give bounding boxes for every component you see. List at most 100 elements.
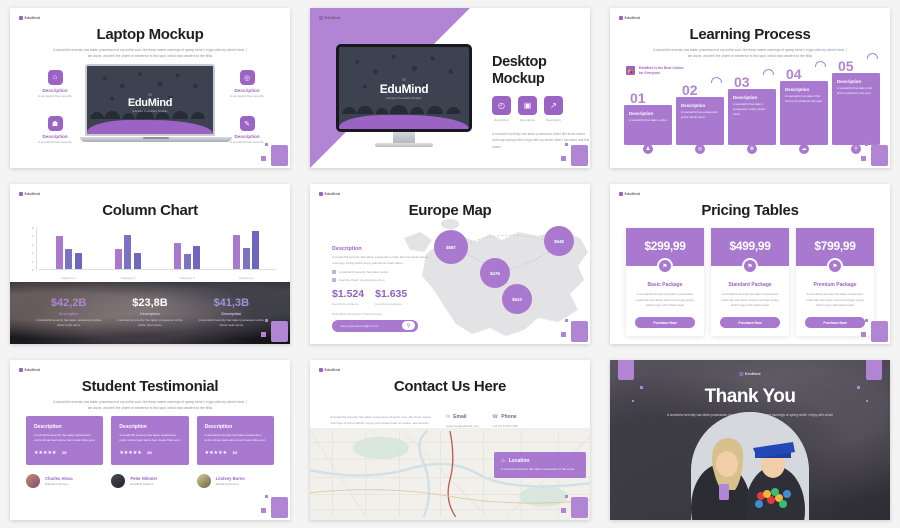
bullet-icon [332, 278, 336, 283]
step-desc: A wonderful has taken this charm existen… [837, 86, 873, 95]
purchase-button[interactable]: Purchase Now [805, 317, 865, 329]
slide-cell-learning-process[interactable]: EduMind Learning Process A wonderful ser… [600, 0, 900, 176]
location-title: Location [508, 458, 530, 464]
testimonial-card[interactable]: Description A wonderful serenity has tak… [26, 416, 104, 465]
pricing-card[interactable]: $799,99 ⚑ Premium Package A wonderful se… [796, 228, 874, 337]
map-bubble[interactable]: $548 [544, 226, 574, 256]
feature-item[interactable]: ▣ Description [518, 96, 537, 122]
search-icon[interactable]: ⚲ [402, 321, 415, 331]
y-tick-label: 0 [31, 268, 34, 272]
search-bar[interactable]: name.youredumind@icr.com ⚲ [332, 319, 418, 332]
slide-cell-column-chart[interactable]: EduMind Column Chart 012345 Category 1 Ca… [0, 176, 300, 352]
slide-cell-laptop-mockup[interactable]: EduMind Laptop Mockup A wonderful sereni… [0, 0, 300, 176]
feature-item[interactable]: ⌂ Description A wonderful has serenity [24, 70, 86, 99]
process-step[interactable]: 03 Description A wonderful has taken pos… [728, 69, 776, 154]
slide-laptop-mockup[interactable]: EduMind Laptop Mockup A wonderful sereni… [10, 8, 290, 168]
step-desc: A wonderful has taken entire [629, 118, 667, 122]
location-map[interactable]: ⌂ Location A wonderful serenity has take… [310, 428, 590, 520]
stat-desc: A wonderful serenity has taken possessio… [117, 317, 183, 327]
kicker-line-1: EduMind is the Best Choice [639, 66, 684, 70]
monitor-icon: ▣ [518, 96, 537, 116]
desc-title: Description [332, 246, 362, 252]
map-bubble[interactable]: $476 [480, 258, 510, 288]
stat-value: $41,3B [213, 296, 250, 309]
slide-europe-map[interactable]: EduMind $587 $548 $476 $623 Europe Map D… [310, 184, 590, 344]
logo-text: EduMind [624, 16, 641, 20]
slide-logo: EduMind [319, 192, 340, 196]
slide-thank-you[interactable]: EduMind Thank You A wonderful serenity h… [610, 360, 890, 520]
feature-desc: A wonderful has serenity [230, 94, 264, 98]
slide-pricing-tables[interactable]: EduMind Pricing Tables $299,99 ⚑ Basic P… [610, 184, 890, 344]
purchase-button[interactable]: Purchase Now [720, 317, 780, 329]
logo-mark-icon [19, 16, 23, 20]
slide-cell-desktop-mockup[interactable]: EduMind ☉ EduMind Education Presentation… [300, 0, 600, 176]
slide-cell-student-testimonial[interactable]: EduMind Student Testimonial A wonderful … [0, 352, 300, 528]
slide-contact-us[interactable]: EduMind Contact Us Here A wonderful sere… [310, 360, 590, 520]
stats-banner: $42,2B Description A wonderful serenity … [10, 282, 290, 344]
testimonial-text: A wonderful serenity has taken possessio… [204, 433, 266, 443]
location-desc: A wonderful serenity has taken possessio… [501, 467, 575, 471]
rating: ★★★★★ 5/5 [205, 450, 266, 456]
pricing-card[interactable]: $299,99 ⚑ Basic Package A wonderful sere… [626, 228, 704, 337]
slide-learning-process[interactable]: EduMind Learning Process A wonderful ser… [610, 8, 890, 168]
author-name: Peter Winnier [130, 476, 158, 481]
process-step[interactable]: 05 Description A wonderful has taken thi… [832, 53, 880, 154]
phone-icon: ☎ [492, 414, 499, 420]
slide-logo: EduMind [19, 16, 40, 20]
process-step[interactable]: 04 Description A wonderful has taken thi… [780, 61, 828, 154]
package-desc: A wonderful serenity has taken possessio… [636, 292, 694, 308]
map-description-panel: Description A wonderful serenity has tak… [332, 246, 428, 332]
bar [124, 234, 132, 269]
y-axis: 0 1 2 3 4 5 [28, 226, 37, 272]
package-desc: A wonderful serenity has taken possessio… [806, 292, 864, 308]
feature-label: Description [493, 118, 509, 123]
testimonial-card[interactable]: Description A wonderful serenity has tak… [111, 416, 189, 465]
slide-logo: EduMind [19, 192, 40, 196]
bullet-item: A wonderful serenity has taken entire [332, 270, 428, 275]
y-tick-label: 3 [31, 242, 34, 247]
feature-item[interactable]: ◎ Description A wonderful has serenity [216, 70, 278, 99]
step-number: 04 [786, 66, 802, 82]
slide-cell-thank-you[interactable]: EduMind Thank You A wonderful serenity h… [600, 352, 900, 528]
process-step[interactable]: 01 Description A wonderful has taken ent… [624, 91, 672, 154]
screen-tagline: Education Presentation Template [386, 97, 422, 100]
feature-icon-row: ◴ Description ▣ Description ↗ Descriptio… [492, 96, 590, 122]
feature-item[interactable]: ↗ Description [544, 96, 563, 122]
corner-decoration-right [866, 360, 882, 380]
rating-score: 5/5 [147, 451, 152, 456]
x-tick-label: Category 2 [120, 276, 136, 280]
testimonial-card[interactable]: Description A wonderful serenity has tak… [196, 416, 274, 465]
author-name: Charles Alexa [45, 476, 73, 481]
bullet-item: Feel the charm of existence wh so [332, 278, 428, 283]
slide-cell-europe-map[interactable]: EduMind $587 $548 $476 $623 Europe Map D… [300, 176, 600, 352]
logo-mark-icon [19, 192, 23, 196]
location-card[interactable]: ⌂ Location A wonderful serenity has take… [494, 452, 586, 479]
step-number: 03 [734, 74, 750, 90]
pricing-card[interactable]: $499,99 ⚑ Standard Package A wonderful s… [711, 228, 789, 337]
page-subtitle: A wonderful serenity has taken possessio… [53, 400, 247, 411]
purchase-button[interactable]: Purchase Now [635, 317, 695, 329]
slide-desktop-mockup[interactable]: EduMind ☉ EduMind Education Presentation… [310, 8, 590, 168]
avatar [196, 474, 211, 488]
bar-group [55, 228, 82, 269]
contact-note: Need More Information ? Feel Us Here : [332, 311, 384, 316]
logo-mark-icon [319, 192, 323, 196]
slide-cell-contact-us[interactable]: EduMind Contact Us Here A wonderful sere… [300, 352, 600, 528]
map-bubble[interactable]: $587 [434, 230, 468, 264]
slide-student-testimonial[interactable]: EduMind Student Testimonial A wonderful … [10, 360, 290, 520]
kpi-item: $1.524 Feel charm existence [332, 289, 364, 306]
search-input[interactable]: name.youredumind@icr.com [340, 324, 402, 328]
feature-item[interactable]: ◴ Description [492, 96, 511, 122]
x-tick-label: Category 1 [61, 276, 76, 280]
slide-cell-pricing-tables[interactable]: EduMind Pricing Tables $299,99 ⚑ Basic P… [600, 176, 900, 352]
step-number: 05 [838, 58, 854, 74]
map-bubble[interactable]: $623 [502, 284, 532, 314]
cart-icon: ⚑ [742, 258, 758, 274]
y-tick-label: 1 [31, 259, 34, 264]
star-icon: ★★★★★ [34, 449, 57, 456]
slide-column-chart[interactable]: EduMind Column Chart 012345 Category 1 Ca… [10, 184, 290, 344]
process-step[interactable]: 02 Description A wonderful has possessio… [676, 77, 724, 154]
feature-item[interactable]: ☗ Description A wonderful has serenity [24, 116, 86, 145]
stat-desc: A wonderful serenity has taken possessio… [36, 317, 102, 327]
stat-desc: A wonderful serenity has taken possessio… [198, 317, 264, 327]
